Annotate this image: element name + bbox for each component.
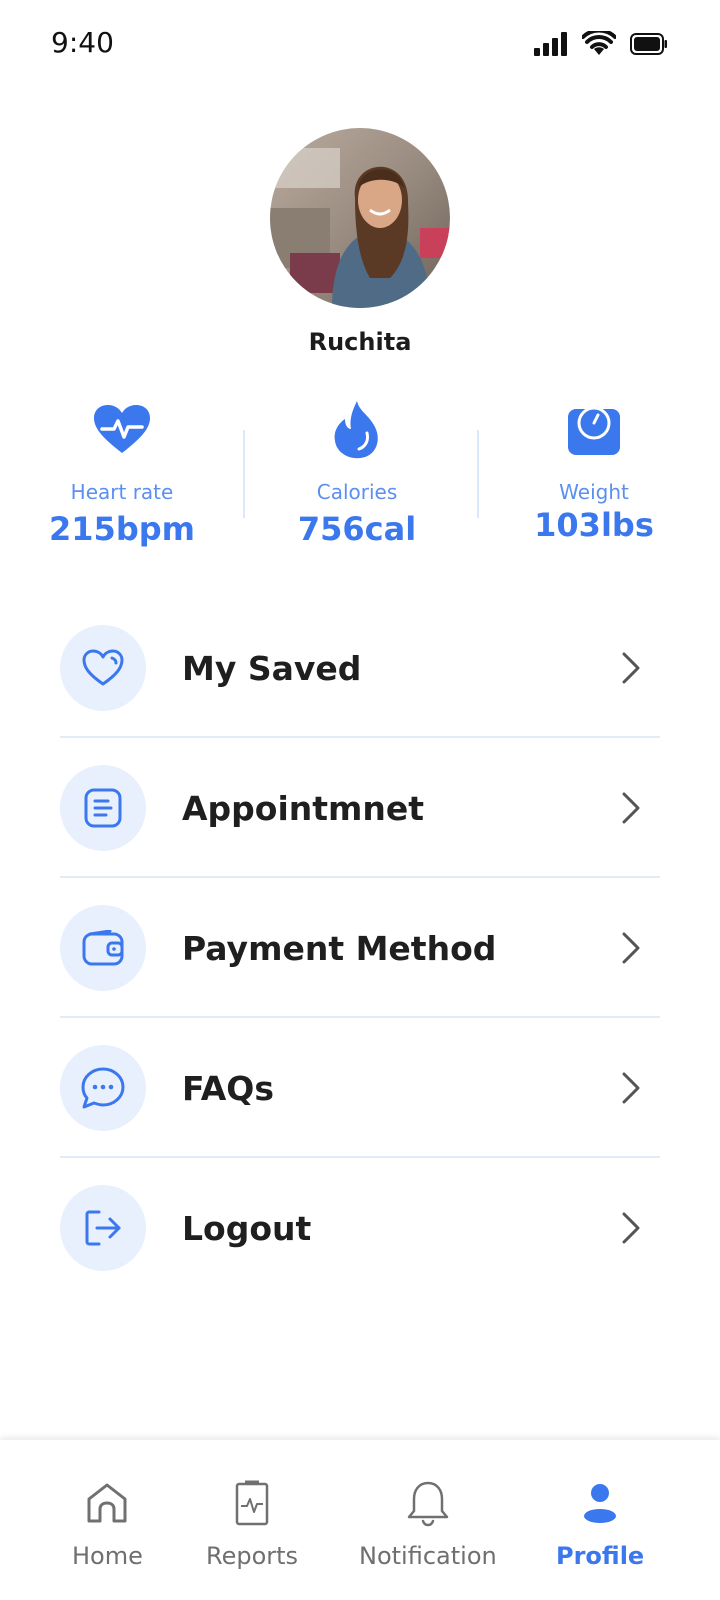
menu-icon-wrap	[60, 905, 146, 991]
stat-weight: Weight 103lbs	[494, 400, 694, 544]
status-bar: 9:40	[0, 0, 720, 88]
profile-icon	[584, 1484, 617, 1523]
chevron-right-icon	[622, 932, 640, 964]
stats-section: Heart rate 215bpm Calories 756cal Weight…	[0, 400, 720, 560]
stat-value: 215bpm	[49, 510, 195, 548]
battery-icon	[630, 33, 667, 55]
flame-icon	[334, 401, 378, 459]
menu-icon-wrap	[60, 1045, 146, 1131]
user-photo	[270, 128, 450, 308]
nav-label: Notification	[359, 1542, 497, 1570]
document-icon	[84, 788, 122, 828]
menu-icon-wrap	[60, 765, 146, 851]
chevron-right-icon	[622, 792, 640, 824]
stat-heart-rate: Heart rate 215bpm	[22, 400, 222, 548]
bell-icon	[407, 1481, 449, 1527]
nav-notification[interactable]: Notification	[359, 1476, 497, 1570]
chat-icon	[81, 1067, 125, 1109]
menu-icon-wrap	[60, 1185, 146, 1271]
heart-icon	[82, 649, 124, 686]
menu-item-my-saved[interactable]: My Saved	[60, 598, 660, 738]
menu-item-appointment[interactable]: Appointmnet	[60, 738, 660, 878]
heart-pulse-icon	[94, 405, 150, 453]
user-name: Ruchita	[308, 328, 412, 356]
divider	[243, 430, 245, 518]
menu-item-label: Logout	[182, 1208, 312, 1248]
chevron-right-icon	[622, 1072, 640, 1104]
menu-item-label: Appointmnet	[182, 788, 425, 828]
menu-item-label: Payment Method	[182, 928, 497, 968]
status-time: 9:40	[51, 26, 114, 59]
stat-value: 103lbs	[534, 506, 654, 544]
signal-icon	[534, 32, 567, 56]
profile-menu: My Saved Appointmnet Payment Method FAQs…	[60, 598, 660, 1298]
nav-profile[interactable]: Profile	[556, 1476, 644, 1570]
nav-label: Reports	[206, 1542, 299, 1570]
avatar[interactable]	[270, 128, 450, 308]
divider	[477, 430, 479, 518]
reports-icon	[235, 1480, 269, 1526]
nav-home[interactable]: Home	[72, 1476, 143, 1570]
wallet-icon	[82, 930, 124, 966]
menu-icon-wrap	[60, 625, 146, 711]
home-icon	[87, 1483, 127, 1523]
wifi-icon	[582, 31, 616, 55]
bottom-nav: Home Reports Notification Profile	[0, 1440, 720, 1600]
menu-item-label: FAQs	[182, 1068, 274, 1108]
nav-label: Home	[72, 1542, 143, 1570]
chevron-right-icon	[622, 652, 640, 684]
stat-value: 756cal	[297, 510, 417, 548]
nav-label: Profile	[556, 1542, 645, 1570]
menu-item-logout[interactable]: Logout	[60, 1158, 660, 1298]
stat-calories: Calories 756cal	[257, 400, 457, 548]
profile-header: Ruchita	[0, 128, 720, 356]
logout-icon	[85, 1210, 121, 1246]
menu-item-label: My Saved	[182, 648, 362, 688]
menu-item-faqs[interactable]: FAQs	[60, 1018, 660, 1158]
stat-label: Weight	[559, 480, 629, 504]
chevron-right-icon	[622, 1212, 640, 1244]
scale-icon	[568, 406, 620, 455]
status-icons	[534, 30, 668, 58]
stat-label: Heart rate	[70, 480, 174, 504]
stat-label: Calories	[316, 480, 398, 504]
nav-reports[interactable]: Reports	[206, 1476, 298, 1570]
menu-item-payment-method[interactable]: Payment Method	[60, 878, 660, 1018]
